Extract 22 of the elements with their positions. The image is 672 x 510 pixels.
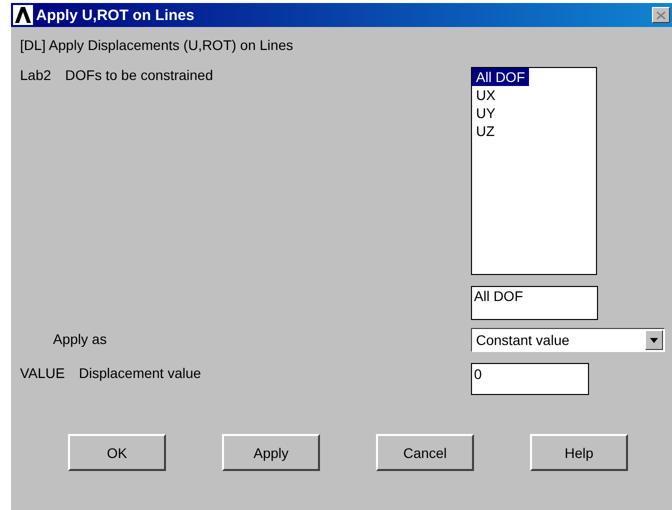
list-item[interactable]: UZ xyxy=(472,122,499,140)
value-field[interactable]: 0 xyxy=(471,363,589,395)
dialog-button[interactable]: Help xyxy=(530,434,628,471)
list-item[interactable]: UX xyxy=(472,86,500,104)
list-item[interactable]: All DOF xyxy=(472,68,529,86)
parameter-code: VALUE xyxy=(20,365,65,381)
close-icon xyxy=(656,10,666,20)
dropdown-arrow-icon xyxy=(650,338,658,342)
field-label: DOFs to be constrained xyxy=(65,67,214,83)
parameter-code: Lab2 xyxy=(20,67,52,83)
command-description: [DL] Apply Displacements (U,ROT) on Lines xyxy=(20,37,294,55)
field-label: Apply as xyxy=(53,331,107,347)
app-logo-icon xyxy=(13,5,33,25)
dialog-button[interactable]: OK xyxy=(68,434,166,471)
selection-field[interactable]: All DOF xyxy=(471,286,598,320)
close-button[interactable] xyxy=(652,7,670,23)
field-label: Displacement value xyxy=(78,365,202,381)
list-item[interactable]: UY xyxy=(472,104,500,122)
dialog-button[interactable]: Cancel xyxy=(376,434,474,471)
window-title: Apply U,ROT on Lines xyxy=(36,6,196,24)
dialog-button[interactable]: Apply xyxy=(222,434,320,471)
apply-as-dropdown[interactable]: Constant value xyxy=(471,328,665,352)
